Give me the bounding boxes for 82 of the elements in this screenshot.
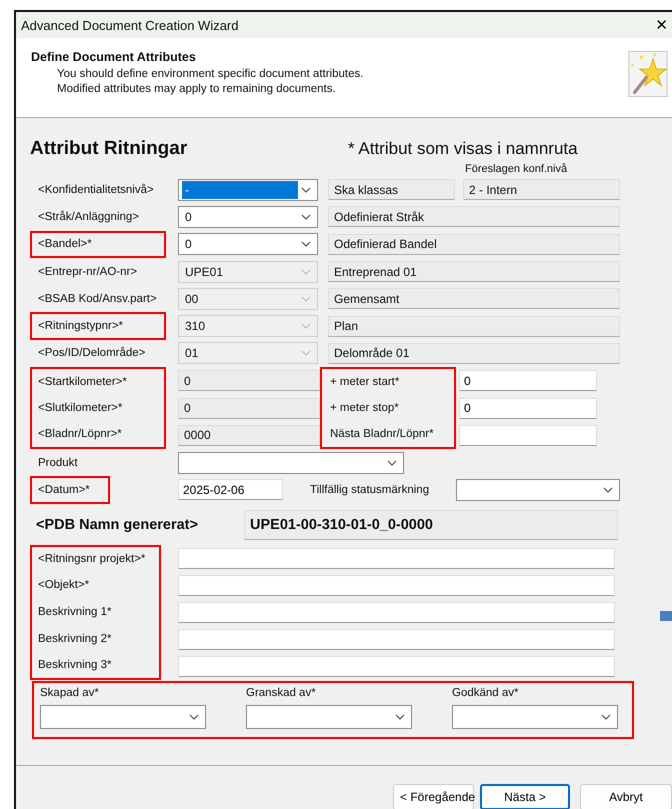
field-label: <Entrepr-nr/AO-nr> (37, 264, 138, 280)
field-label: Skapad av* (40, 686, 100, 701)
caret-icon (603, 486, 613, 493)
dropdown[interactable] (40, 704, 206, 729)
caret-icon (601, 714, 611, 720)
close-button[interactable]: ✕ (651, 16, 672, 34)
field-label: Granskad av* (246, 686, 317, 701)
dropdown[interactable]: 00 (178, 288, 318, 310)
description-text: Modified attributes may apply to remaining documents. (56, 82, 337, 97)
wizard-button[interactable]: Nästa > (480, 784, 570, 809)
input-field[interactable] (459, 424, 597, 446)
caret-icon (387, 460, 397, 466)
input-field[interactable] (178, 548, 615, 569)
dropdown[interactable] (246, 704, 412, 729)
caret-icon (301, 241, 311, 248)
caret-icon (189, 714, 199, 720)
field-label: <Datum>* (30, 476, 110, 504)
caret-icon (301, 214, 311, 220)
readonly-field: 0000 (178, 424, 320, 446)
input-field[interactable] (178, 656, 615, 677)
readonly-field: Entreprenad 01 (328, 261, 620, 282)
section-heading: Attribut Ritningar (30, 138, 188, 160)
dropdown[interactable]: 01 (178, 342, 318, 364)
field-label: <Bandel>* (30, 230, 166, 258)
field-label: <Startkilometer>* (30, 367, 166, 394)
field-label: + meter start* (320, 367, 456, 394)
field-label: <Ritningstypnr>* (30, 312, 166, 340)
field-label: <Stråk/Anläggning> (37, 210, 140, 225)
readonly-field: 0 (178, 398, 320, 419)
window-title: Advanced Document Creation Wizard (21, 18, 238, 32)
field-label: Beskrivning 2* (30, 626, 161, 653)
caret-icon (301, 350, 311, 356)
caret-icon (301, 296, 311, 302)
field-label: <Pos/ID/Delområde> (37, 346, 146, 362)
field-label: Tillfällig statusmärkning (310, 484, 430, 496)
field-label: <Ritningsnr projekt>* (30, 544, 161, 572)
field-label: Godkänd av* (452, 686, 520, 701)
input-field[interactable]: 0 (459, 398, 597, 419)
generated-name-field: UPE01-00-310-01-0_0-0000 (244, 510, 618, 540)
field-label: <PDB Namn genererat> (35, 516, 199, 533)
marker-icon (660, 611, 672, 621)
dropdown[interactable] (456, 478, 620, 501)
dropdown[interactable]: 0 (178, 206, 318, 228)
readonly-field: Odefinierat Stråk (328, 206, 620, 228)
readonly-field: Odefinierad Bandel (328, 234, 620, 255)
field-label: <Bladnr/Löpnr>* (30, 422, 166, 449)
input-field[interactable] (178, 628, 615, 650)
field-label: <BSAB Kod/Ansv.part> (37, 292, 158, 307)
readonly-field: Gemensamt (328, 288, 620, 310)
readonly-field: Delområde 01 (328, 342, 620, 364)
readonly-field: 2 - Intern (463, 179, 620, 200)
column-label: Föreslagen konf.nivå (465, 163, 568, 175)
caret-icon (301, 186, 311, 193)
wizard-button[interactable]: Avbryt (580, 784, 672, 809)
readonly-field: 0 (178, 370, 320, 392)
caret-icon (301, 323, 311, 330)
dropdown[interactable]: - (178, 178, 318, 201)
description-text: You should define environment specific document attributes. (56, 67, 364, 82)
field-label: Beskrivning 1* (30, 598, 161, 626)
dropdown[interactable]: 0 (178, 233, 318, 256)
date-field[interactable]: 2025-02-06 (178, 479, 283, 500)
field-label: + meter stop* (320, 394, 456, 422)
dropdown[interactable] (178, 452, 404, 474)
field-label: <Konfidentialitetsnivå> (37, 182, 155, 198)
dropdown[interactable]: UPE01 (178, 260, 318, 283)
caret-icon (301, 268, 311, 275)
input-field[interactable]: 0 (459, 370, 597, 392)
field-label: Beskrivning 3* (30, 652, 161, 680)
input-field[interactable] (178, 602, 615, 623)
field-label: <Objekt>* (30, 572, 161, 599)
input-field[interactable] (178, 574, 615, 596)
legend-note: * Attribut som visas i namnruta (348, 139, 578, 159)
field-label: Produkt (37, 456, 79, 471)
dropdown[interactable]: 310 (178, 315, 318, 338)
wizard-button[interactable]: < Föregående (393, 784, 474, 809)
dropdown[interactable] (452, 704, 618, 729)
field-label: <Slutkilometer>* (30, 394, 166, 422)
readonly-field: Ska klassas (328, 179, 455, 200)
readonly-field: Plan (328, 316, 620, 337)
field-label: Nästa Bladnr/Löpnr* (320, 422, 456, 449)
caret-icon (395, 714, 405, 720)
page-title: Define Document Attributes (31, 50, 197, 64)
